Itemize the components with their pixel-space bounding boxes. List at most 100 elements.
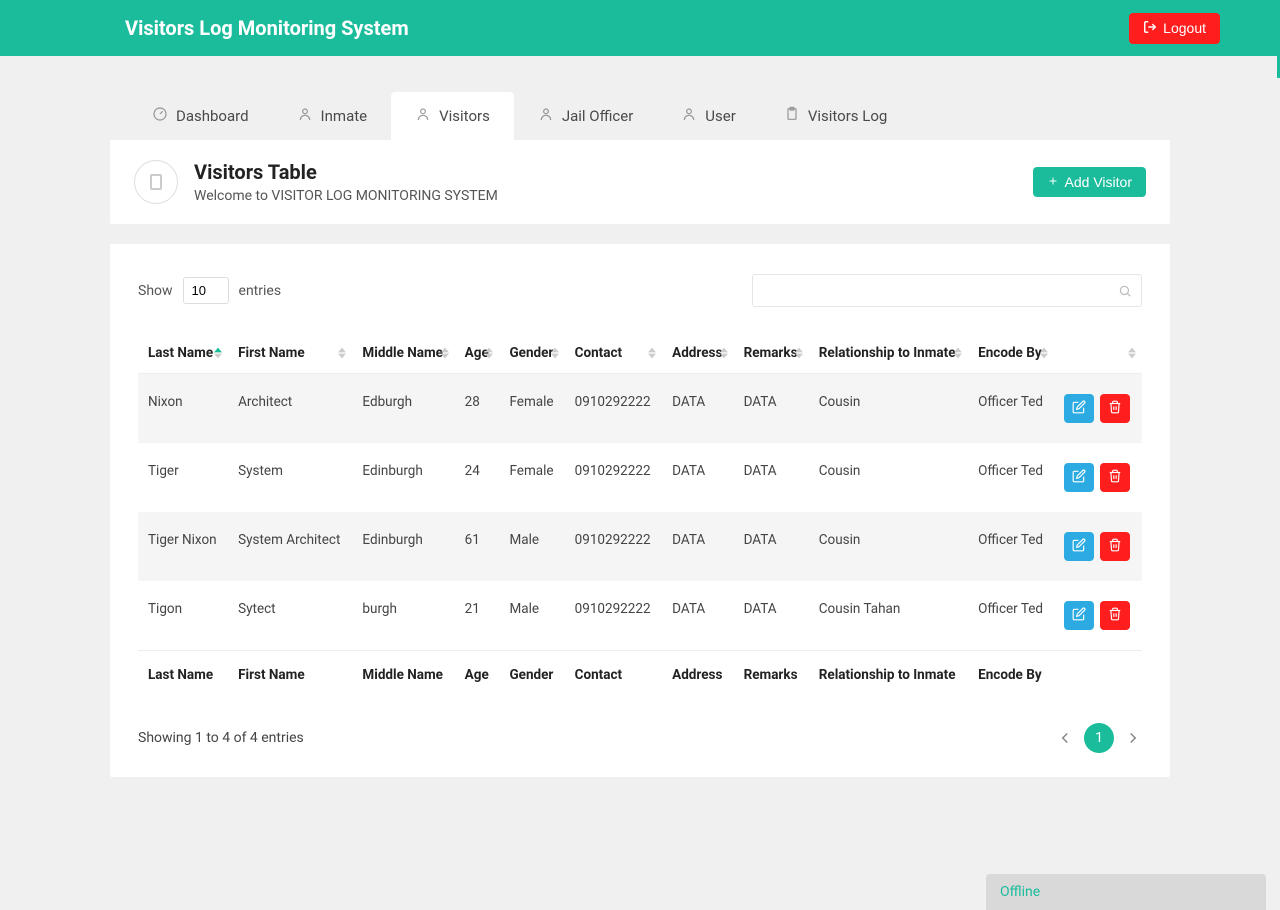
col-contact[interactable]: Contact (565, 333, 662, 374)
cell: Tiger Nixon (138, 512, 228, 581)
cell-actions (1054, 374, 1142, 444)
table-row: TigerSystemEdinburgh24Female0910292222DA… (138, 443, 1142, 512)
delete-button[interactable] (1100, 394, 1130, 423)
col-label: Encode By (978, 345, 1041, 361)
edit-button[interactable] (1064, 394, 1094, 423)
cell: Male (499, 581, 564, 651)
col-last-name[interactable]: Last Name (138, 333, 228, 374)
col-label: Middle Name (362, 345, 443, 361)
add-visitor-button[interactable]: Add Visitor (1033, 167, 1146, 197)
cell: Officer Ted (968, 374, 1054, 444)
cell: DATA (662, 581, 733, 651)
tab-dashboard[interactable]: Dashboard (128, 92, 273, 140)
col-first-name[interactable]: First Name (228, 333, 352, 374)
colfoot-contact: Contact (565, 651, 662, 700)
add-visitor-label: Add Visitor (1065, 174, 1132, 190)
show-label-pre: Show (138, 283, 173, 299)
person-icon (297, 106, 313, 126)
edit-icon (1072, 400, 1086, 417)
table-row: NixonArchitectEdburgh28Female0910292222D… (138, 374, 1142, 444)
cell: Officer Ted (968, 443, 1054, 512)
tab-label: Visitors (439, 107, 490, 125)
cell: DATA (734, 374, 809, 444)
col-label: Address (672, 345, 722, 361)
nav-tabs: Dashboard Inmate Visitors Jail Officer User V… (110, 92, 1170, 140)
colfoot-actions (1054, 651, 1142, 700)
edit-button[interactable] (1064, 463, 1094, 492)
pager: 1 (1056, 723, 1142, 753)
tab-jail-officer[interactable]: Jail Officer (514, 92, 657, 140)
col-label: Relationship to Inmate (819, 345, 956, 361)
col-gender[interactable]: Gender (499, 333, 564, 374)
col-address[interactable]: Address (662, 333, 733, 374)
cell: Cousin Tahan (809, 581, 968, 651)
cell: Cousin (809, 374, 968, 444)
tab-user[interactable]: User (657, 92, 760, 140)
trash-icon (1108, 469, 1122, 486)
cell: Male (499, 512, 564, 581)
cell: burgh (352, 581, 454, 651)
col-actions[interactable] (1054, 333, 1142, 374)
edit-button[interactable] (1064, 601, 1094, 630)
col-remarks[interactable]: Remarks (734, 333, 809, 374)
delete-button[interactable] (1100, 532, 1130, 561)
person-icon (538, 106, 554, 126)
cell: System Architect (228, 512, 352, 581)
cell: Edinburgh (352, 512, 454, 581)
pager-page-1[interactable]: 1 (1084, 723, 1114, 753)
tab-label: User (705, 107, 736, 125)
cell: Cousin (809, 512, 968, 581)
cell: 0910292222 (565, 512, 662, 581)
tab-visitors[interactable]: Visitors (391, 92, 514, 140)
page-title: Visitors Table (194, 160, 498, 184)
colfoot-remarks: Remarks (734, 651, 809, 700)
colfoot-middle-name: Middle Name (352, 651, 454, 700)
edit-icon (1072, 538, 1086, 555)
table-info: Showing 1 to 4 of 4 entries (138, 730, 304, 746)
offline-label: Offline (1000, 884, 1040, 900)
colfoot-age: Age (455, 651, 500, 700)
tab-visitors-log[interactable]: Visitors Log (760, 92, 912, 140)
col-label: Contact (575, 345, 622, 361)
logout-label: Logout (1163, 20, 1206, 36)
search-input[interactable] (752, 274, 1142, 307)
col-middle-name[interactable]: Middle Name (352, 333, 454, 374)
cell: 28 (455, 374, 500, 444)
colfoot-last-name: Last Name (138, 651, 228, 700)
pager-prev[interactable] (1056, 729, 1074, 747)
pager-next[interactable] (1124, 729, 1142, 747)
cell: 0910292222 (565, 374, 662, 444)
length-control: Show entries (138, 277, 281, 304)
col-relationship-to-inmate[interactable]: Relationship to Inmate (809, 333, 968, 374)
edit-button[interactable] (1064, 532, 1094, 561)
delete-button[interactable] (1100, 601, 1130, 630)
trash-icon (1108, 607, 1122, 624)
cell: Edinburgh (352, 443, 454, 512)
tab-inmate[interactable]: Inmate (273, 92, 392, 140)
dashboard-icon (152, 106, 168, 126)
cell: DATA (734, 512, 809, 581)
cell: Cousin (809, 443, 968, 512)
tab-label: Inmate (321, 107, 368, 125)
offline-bar[interactable]: Offline (986, 874, 1266, 910)
page-subtitle: Welcome to VISITOR LOG MONITORING SYSTEM (194, 188, 498, 204)
page-avatar (134, 160, 178, 204)
delete-button[interactable] (1100, 463, 1130, 492)
cell-actions (1054, 581, 1142, 651)
col-age[interactable]: Age (455, 333, 500, 374)
col-encode-by[interactable]: Encode By (968, 333, 1054, 374)
visitors-table: Last NameFirst NameMiddle NameAgeGenderC… (138, 333, 1142, 699)
cell: Tigon (138, 581, 228, 651)
person-icon (681, 106, 697, 126)
col-label: First Name (238, 345, 305, 361)
logout-button[interactable]: Logout (1129, 13, 1220, 44)
cell: Tiger (138, 443, 228, 512)
col-label: Gender (509, 345, 553, 361)
cell: Nixon (138, 374, 228, 444)
col-label: Remarks (744, 345, 798, 361)
colfoot-first-name: First Name (228, 651, 352, 700)
cell: DATA (734, 443, 809, 512)
cell: 24 (455, 443, 500, 512)
cell: Edburgh (352, 374, 454, 444)
length-select[interactable] (183, 277, 229, 304)
